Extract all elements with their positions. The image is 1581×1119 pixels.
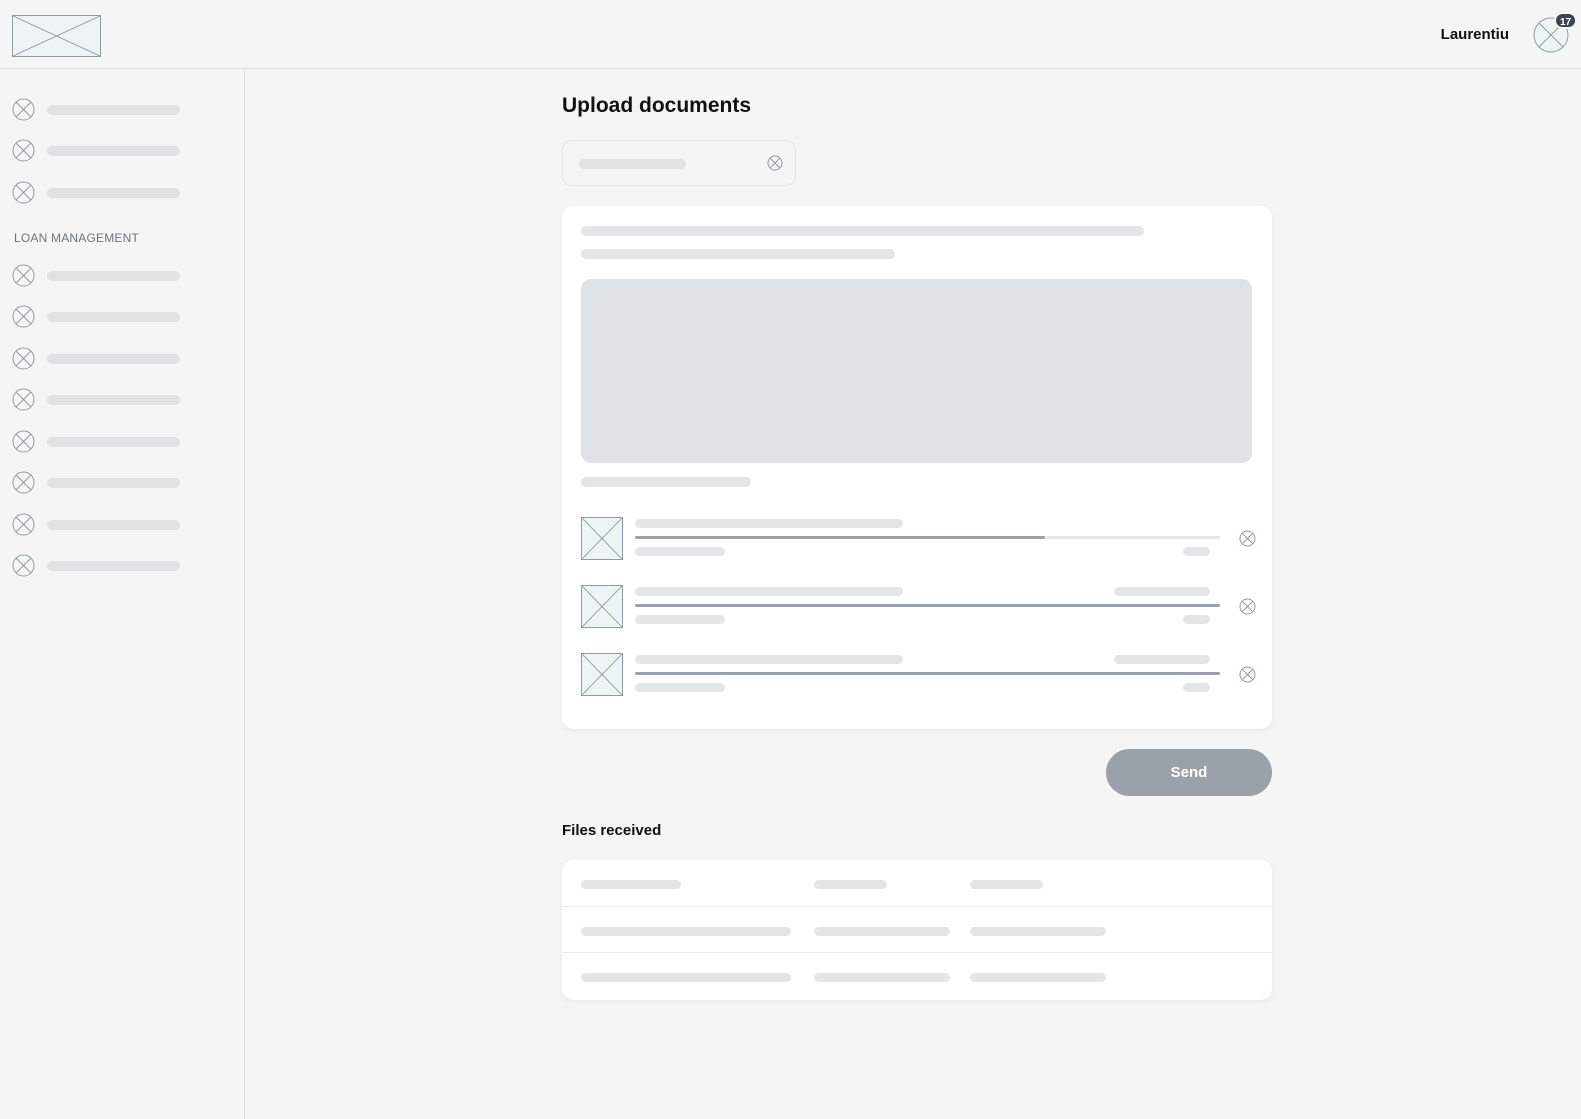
file-thumbnail-icon xyxy=(581,653,623,696)
file-dropzone[interactable] xyxy=(581,279,1252,463)
file-percent-placeholder xyxy=(1183,683,1210,692)
sidebar-item-3[interactable] xyxy=(12,181,182,205)
remove-file-icon[interactable] xyxy=(1239,666,1256,683)
files-received-title: Files received xyxy=(562,822,662,839)
file-percent-placeholder xyxy=(1183,547,1210,556)
file-size-placeholder xyxy=(635,547,725,556)
sidebar-item-label xyxy=(47,561,180,571)
top-header: Laurentiu 17 xyxy=(0,0,1581,69)
placeholder-icon xyxy=(12,181,35,204)
sidebar-item-label xyxy=(47,312,180,322)
sidebar-item-loan-5[interactable] xyxy=(12,430,182,454)
sidebar-item-loan-7[interactable] xyxy=(12,513,182,537)
file-size-placeholder xyxy=(635,683,725,692)
send-button[interactable]: Send xyxy=(1106,749,1272,796)
sidebar-item-label xyxy=(47,520,180,530)
upload-file-row xyxy=(581,653,1256,696)
sidebar-item-loan-1[interactable] xyxy=(12,264,182,288)
sidebar: LOAN MANAGEMENT xyxy=(0,69,245,1119)
placeholder-icon xyxy=(12,264,35,287)
remove-file-icon[interactable] xyxy=(1239,598,1256,615)
sidebar-item-1[interactable] xyxy=(12,98,182,122)
placeholder-icon xyxy=(12,554,35,577)
file-thumbnail-icon xyxy=(581,517,623,560)
files-received-table xyxy=(562,860,1272,1000)
table-cell xyxy=(581,927,791,936)
table-row[interactable] xyxy=(562,952,1272,998)
sidebar-item-label xyxy=(47,395,180,405)
file-thumbnail-icon xyxy=(581,585,623,628)
sidebar-item-label xyxy=(47,478,180,488)
placeholder-icon xyxy=(12,305,35,328)
table-cell xyxy=(970,927,1106,936)
file-status-placeholder xyxy=(1114,655,1210,664)
sidebar-item-label xyxy=(47,271,180,281)
user-name[interactable]: Laurentiu xyxy=(1441,26,1509,43)
logo-image-placeholder-icon[interactable] xyxy=(12,15,101,57)
upload-progress-bar xyxy=(635,672,1220,675)
file-name-placeholder xyxy=(635,519,903,528)
notification-count-badge[interactable]: 17 xyxy=(1554,12,1578,29)
upload-card xyxy=(562,206,1272,729)
table-cell xyxy=(814,973,950,982)
file-name-placeholder xyxy=(635,655,903,664)
select-value-placeholder xyxy=(579,159,686,169)
placeholder-icon xyxy=(12,98,35,121)
sidebar-item-loan-8[interactable] xyxy=(12,554,182,578)
upload-progress-bar xyxy=(635,536,1220,539)
table-header-row xyxy=(562,860,1272,906)
placeholder-icon xyxy=(12,513,35,536)
placeholder-icon xyxy=(12,347,35,370)
sidebar-item-loan-4[interactable] xyxy=(12,388,182,412)
instruction-text-placeholder xyxy=(581,226,1144,236)
clear-icon[interactable] xyxy=(767,155,783,171)
placeholder-icon xyxy=(12,471,35,494)
upload-progress-bar xyxy=(635,604,1220,607)
page-title: Upload documents xyxy=(562,94,752,117)
table-cell xyxy=(814,927,950,936)
table-cell xyxy=(581,973,791,982)
sidebar-item-loan-2[interactable] xyxy=(12,305,182,329)
upload-file-row xyxy=(581,517,1256,560)
sidebar-item-label xyxy=(47,188,180,198)
placeholder-icon xyxy=(12,388,35,411)
table-header-cell xyxy=(814,880,887,889)
sidebar-item-label xyxy=(47,146,180,156)
table-row[interactable] xyxy=(562,906,1272,952)
sidebar-item-loan-6[interactable] xyxy=(12,471,182,495)
placeholder-icon xyxy=(12,139,35,162)
file-name-placeholder xyxy=(635,587,903,596)
upload-progress-fill xyxy=(635,672,1220,675)
table-header-cell xyxy=(970,880,1043,889)
document-type-select[interactable] xyxy=(562,140,796,186)
placeholder-icon xyxy=(12,430,35,453)
sidebar-item-label xyxy=(47,437,180,447)
file-size-placeholder xyxy=(635,615,725,624)
upload-progress-fill xyxy=(635,536,1045,539)
table-cell xyxy=(970,973,1106,982)
file-status-placeholder xyxy=(1114,587,1210,596)
sidebar-item-loan-3[interactable] xyxy=(12,347,182,371)
upload-progress-fill xyxy=(635,604,1220,607)
sidebar-item-label xyxy=(47,354,180,364)
table-header-cell xyxy=(581,880,681,889)
dropzone-hint-placeholder xyxy=(581,477,751,487)
upload-file-row xyxy=(581,585,1256,628)
sidebar-item-label xyxy=(47,105,180,115)
instruction-text-placeholder xyxy=(581,249,895,259)
file-percent-placeholder xyxy=(1183,615,1210,624)
sidebar-section-label: LOAN MANAGEMENT xyxy=(14,231,140,245)
remove-file-icon[interactable] xyxy=(1239,530,1256,547)
sidebar-item-2[interactable] xyxy=(12,139,182,163)
